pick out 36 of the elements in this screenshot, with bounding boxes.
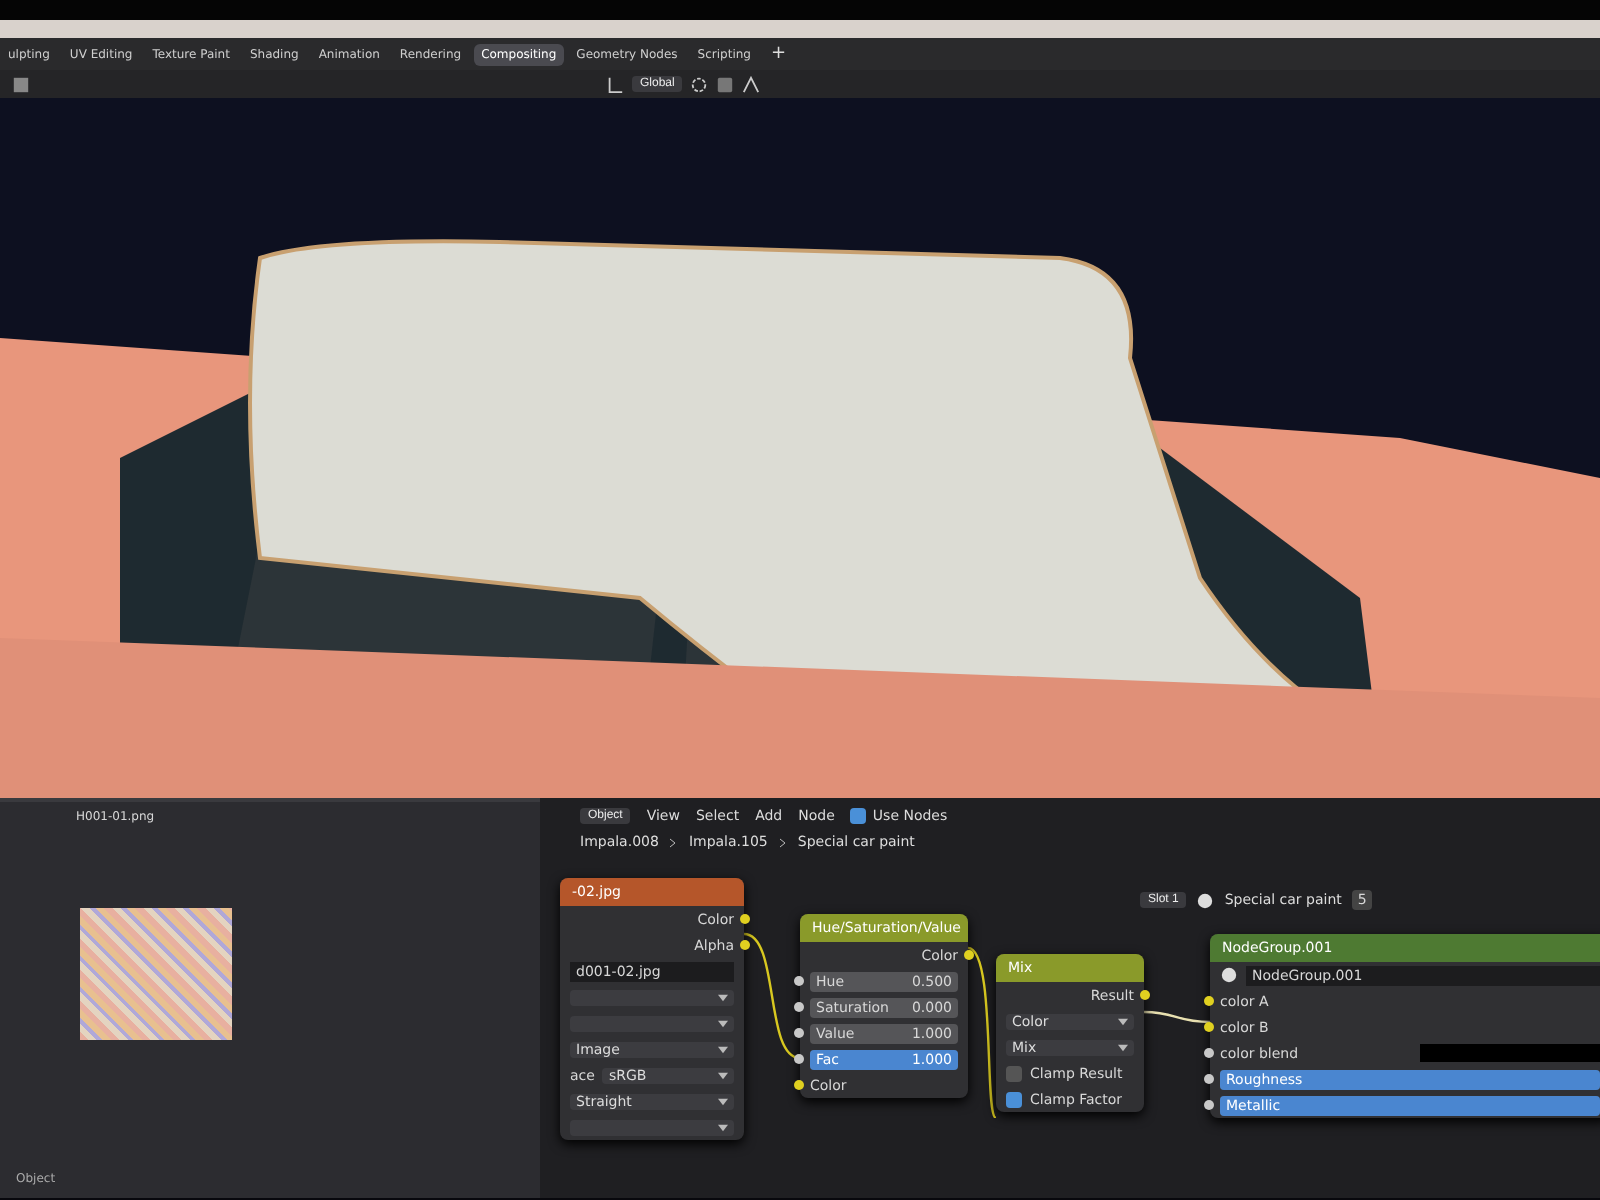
add-tab-button[interactable]: + xyxy=(762,44,795,64)
socket-icon xyxy=(1204,996,1214,1006)
socket-icon xyxy=(1204,1022,1214,1032)
socket-icon xyxy=(1140,990,1150,1000)
node-tree-icon[interactable] xyxy=(1220,966,1238,984)
socket-icon xyxy=(740,914,750,924)
caret-icon xyxy=(1118,1017,1128,1025)
checkbox[interactable] xyxy=(1006,1065,1022,1081)
pivot-icon[interactable] xyxy=(690,75,709,93)
socket-icon xyxy=(794,976,804,986)
axes-icon[interactable] xyxy=(606,75,624,93)
material-sphere-icon[interactable] xyxy=(1196,891,1215,909)
caret-icon xyxy=(718,1019,728,1027)
caret-icon xyxy=(718,993,728,1001)
proportional-icon[interactable] xyxy=(742,75,761,93)
grid-icon[interactable] xyxy=(12,75,30,93)
socket-icon xyxy=(794,1080,804,1090)
color-swatch[interactable] xyxy=(1420,1044,1600,1062)
caret-icon xyxy=(718,1071,728,1079)
snap-icon[interactable] xyxy=(716,75,735,93)
socket-icon xyxy=(794,1028,804,1038)
socket-icon xyxy=(1204,1074,1214,1084)
socket-icon xyxy=(1204,1048,1214,1058)
socket-icon xyxy=(740,940,750,950)
checkbox[interactable] xyxy=(1006,1091,1022,1107)
socket-icon xyxy=(964,950,974,960)
socket-icon xyxy=(794,1054,804,1064)
node-link xyxy=(1143,1010,1211,1024)
caret-icon xyxy=(1118,1043,1128,1051)
chevron-right-icon[interactable] xyxy=(668,835,679,849)
chevron-right-icon[interactable] xyxy=(777,835,788,849)
caret-icon xyxy=(718,1045,728,1053)
caret-icon xyxy=(718,1123,728,1131)
socket-icon xyxy=(794,1002,804,1012)
caret-icon xyxy=(718,1097,728,1105)
socket-icon xyxy=(1204,1100,1214,1110)
